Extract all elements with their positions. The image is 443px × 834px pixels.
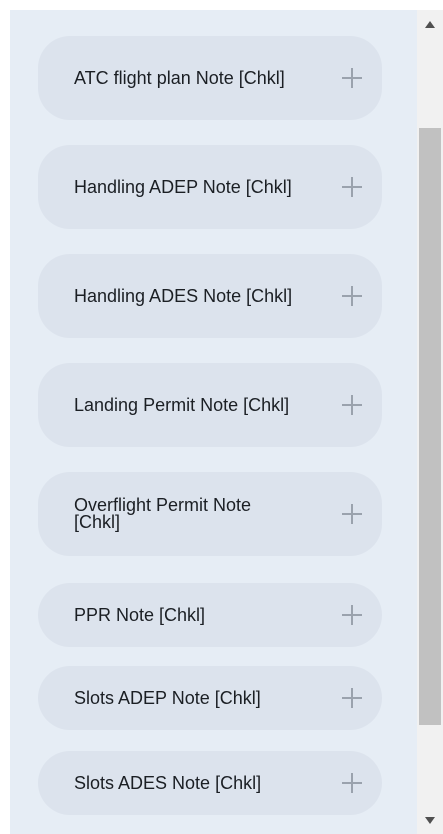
note-item-label: Slots ADEP Note [Chkl] <box>74 687 261 708</box>
note-item-slots-ades[interactable]: Slots ADES Note [Chkl] <box>38 751 382 815</box>
note-item-overflight-permit[interactable]: Overflight Permit Note [Chkl] <box>38 472 382 556</box>
note-item-handling-adep[interactable]: Handling ADEP Note [Chkl] <box>38 145 382 229</box>
triangle-up-icon <box>425 20 435 28</box>
note-item-label: Landing Permit Note [Chkl] <box>74 394 290 415</box>
note-item-slots-adep[interactable]: Slots ADEP Note [Chkl] <box>38 666 382 730</box>
plus-icon[interactable] <box>342 395 362 415</box>
vertical-scrollbar[interactable] <box>417 10 443 834</box>
plus-icon[interactable] <box>342 605 362 625</box>
plus-icon[interactable] <box>342 688 362 708</box>
plus-icon[interactable] <box>342 773 362 793</box>
scroll-up-button[interactable] <box>417 10 443 38</box>
note-item-handling-ades[interactable]: Handling ADES Note [Chkl] <box>38 254 382 338</box>
plus-icon[interactable] <box>342 286 362 306</box>
plus-icon[interactable] <box>342 504 362 524</box>
plus-icon[interactable] <box>342 177 362 197</box>
scroll-down-button[interactable] <box>417 806 443 834</box>
note-item-ppr[interactable]: PPR Note [Chkl] <box>38 583 382 647</box>
note-item-label: Handling ADES Note [Chkl] <box>74 285 293 306</box>
note-item-label: Handling ADEP Note [Chkl] <box>74 176 292 197</box>
scrollbar-thumb[interactable] <box>419 128 441 725</box>
note-item-label: Overflight Permit Note [Chkl] <box>74 495 252 532</box>
note-item-label: Slots ADES Note [Chkl] <box>74 772 262 793</box>
triangle-down-icon <box>425 816 435 824</box>
notes-panel: ATC flight plan Note [Chkl] Handling ADE… <box>10 10 417 834</box>
note-item-label: PPR Note [Chkl] <box>74 604 206 625</box>
note-item-label: ATC flight plan Note [Chkl] <box>74 67 285 88</box>
note-item-atc-flight-plan[interactable]: ATC flight plan Note [Chkl] <box>38 36 382 120</box>
plus-icon[interactable] <box>342 68 362 88</box>
note-item-landing-permit[interactable]: Landing Permit Note [Chkl] <box>38 363 382 447</box>
